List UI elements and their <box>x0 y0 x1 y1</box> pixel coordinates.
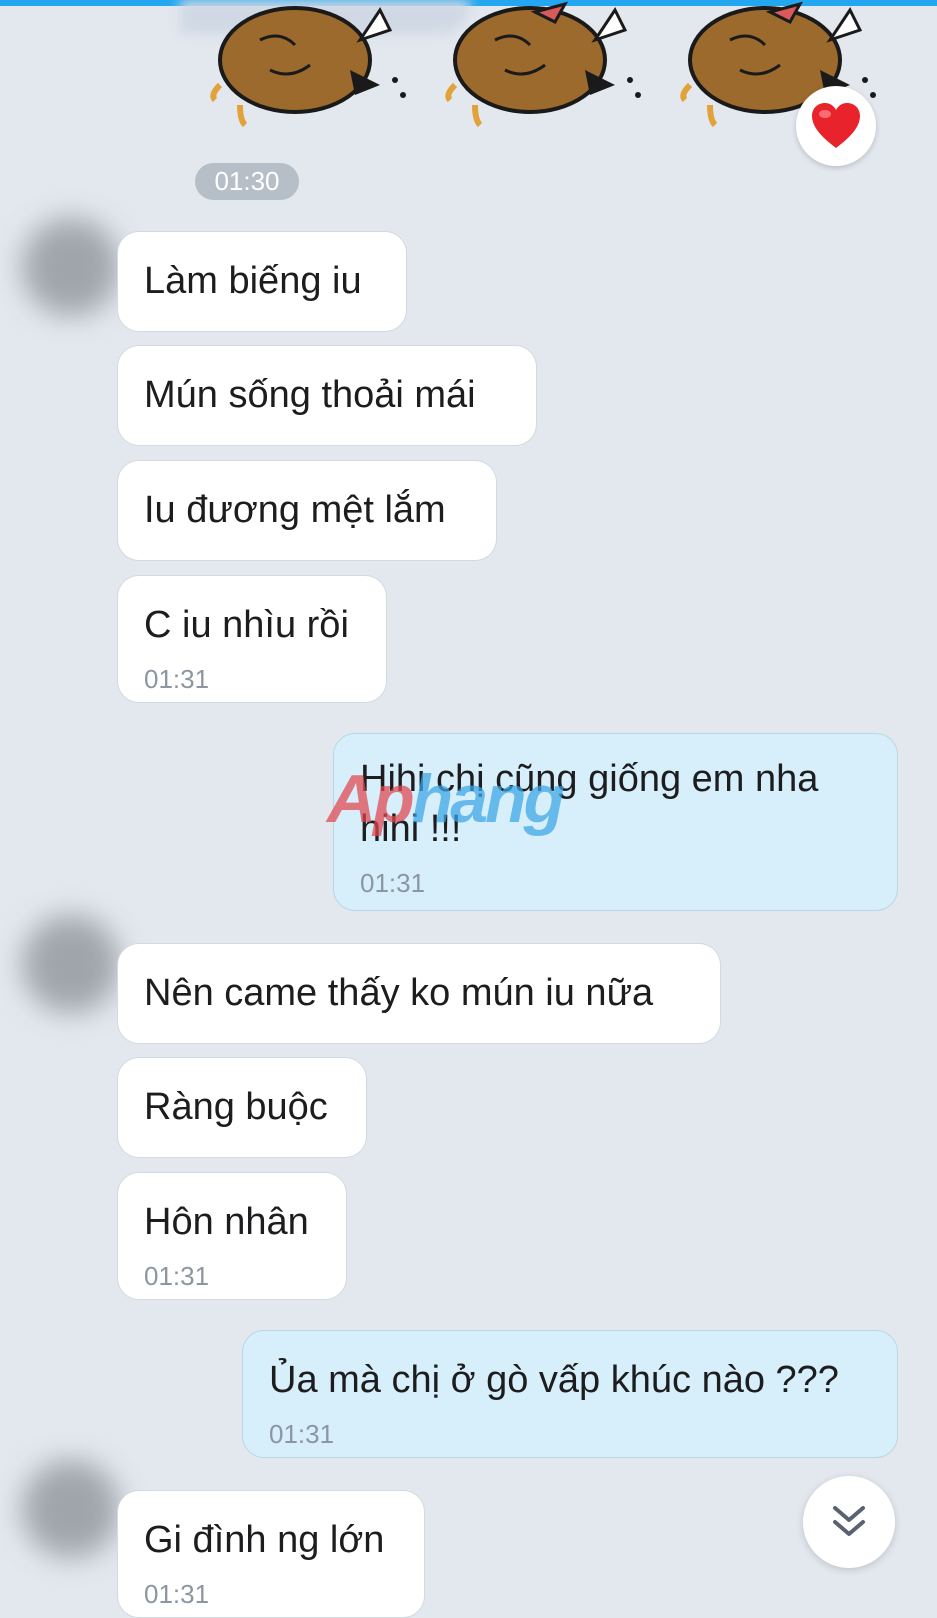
avatar[interactable] <box>22 1460 120 1558</box>
incoming-message[interactable]: Iu đương mệt lắm <box>117 460 497 561</box>
bird-sticker-icon <box>210 6 406 128</box>
incoming-message[interactable]: Nên came thấy ko mún iu nữa <box>117 943 721 1044</box>
scroll-to-bottom-button[interactable] <box>803 1476 895 1568</box>
message-text: Gi đình ng lớn <box>144 1519 385 1561</box>
message-timestamp: 01:31 <box>144 664 210 694</box>
incoming-message[interactable]: C iu nhìu rồi 01:31 <box>117 575 387 703</box>
heart-reaction-button[interactable] <box>796 86 876 166</box>
bird-sticker-icon <box>445 1 641 128</box>
message-text: Ủa mà chị ở gò vấp khúc nào ??? <box>269 1359 839 1401</box>
message-timestamp: 01:31 <box>144 1579 210 1609</box>
message-text: Mún sống thoải mái <box>144 374 476 416</box>
heart-icon <box>812 103 860 148</box>
message-text: Nên came thấy ko mún iu nữa <box>144 972 654 1014</box>
avatar[interactable] <box>22 218 120 316</box>
incoming-message[interactable]: Làm biếng iu <box>117 231 407 332</box>
message-timestamp: 01:31 <box>269 1419 335 1449</box>
avatar[interactable] <box>22 915 120 1013</box>
outgoing-message[interactable]: Ủa mà chị ở gò vấp khúc nào ??? 01:31 <box>242 1330 898 1458</box>
incoming-message[interactable]: Hôn nhân 01:31 <box>117 1172 347 1300</box>
message-text: Ràng buộc <box>144 1086 328 1128</box>
message-timestamp: 01:31 <box>360 868 426 898</box>
message-text: Làm biếng iu <box>144 260 362 302</box>
message-timestamp: 01:31 <box>144 1261 210 1291</box>
incoming-message[interactable]: Gi đình ng lớn 01:31 <box>117 1490 425 1618</box>
double-chevron-down-icon <box>833 1506 865 1536</box>
message-text: C iu nhìu rồi <box>144 604 349 646</box>
message-text: Hôn nhân <box>144 1201 309 1243</box>
outgoing-message[interactable]: Hihi chị cũng giống em nha hihi !!! 01:3… <box>333 733 898 911</box>
message-text: Hihi chị cũng giống em nha hihi !!! <box>360 758 819 850</box>
incoming-message[interactable]: Ràng buộc <box>117 1057 367 1158</box>
incoming-message[interactable]: Mún sống thoải mái <box>117 345 537 446</box>
time-divider: 01:30 <box>195 163 299 200</box>
message-text: Iu đương mệt lắm <box>144 489 446 531</box>
